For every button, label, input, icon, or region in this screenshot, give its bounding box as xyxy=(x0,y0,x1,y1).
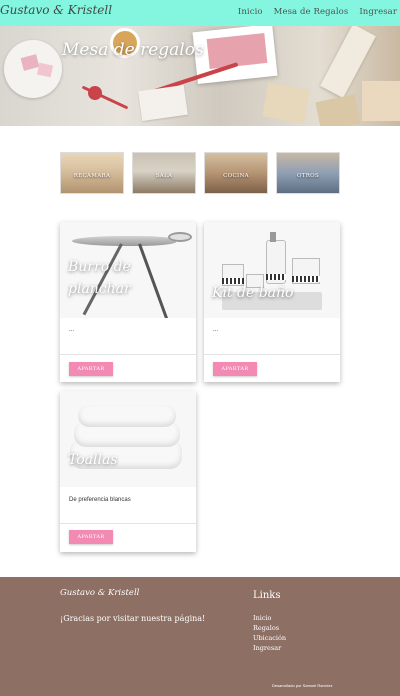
apartar-button[interactable]: APARTAR xyxy=(69,530,113,544)
card-divider xyxy=(204,354,340,355)
product-title: Kit de baño xyxy=(212,285,294,301)
hero-gift xyxy=(362,81,400,121)
hero-gift xyxy=(262,82,310,124)
hero-plate xyxy=(4,40,62,98)
footer-link-ubicacion[interactable]: Ubicación xyxy=(253,634,286,642)
ironing-board-leg xyxy=(138,243,169,318)
ironing-board-rest xyxy=(168,232,192,242)
category-recamara[interactable]: RECÁMARA xyxy=(60,152,124,194)
product-title-line: planchar xyxy=(68,281,131,298)
hero-gift xyxy=(315,94,361,126)
hero-ribbon-spool xyxy=(88,86,102,100)
product-card-burro: Burro de planchar ... APARTAR xyxy=(60,222,196,382)
product-card-toallas: Toallas De preferencia blancas APARTAR xyxy=(60,391,196,552)
product-description: ... xyxy=(69,327,75,333)
category-label: SALA xyxy=(155,173,173,179)
card-divider xyxy=(60,354,196,355)
hero-envelope xyxy=(138,84,188,122)
product-title-line: Burro de xyxy=(68,259,131,275)
navbar: Gustavo & Kristell Inicio Mesa de Regalo… xyxy=(0,0,400,26)
product-title: Toallas xyxy=(68,452,118,468)
hero-candy xyxy=(36,62,54,78)
footer-brand: Gustavo & Kristell xyxy=(60,588,140,598)
apartar-button[interactable]: APARTAR xyxy=(69,362,113,376)
category-cocina[interactable]: COCINA xyxy=(204,152,268,194)
product-description: ... xyxy=(213,327,219,333)
category-label: OTROS xyxy=(296,173,320,179)
category-label: COCINA xyxy=(223,173,249,179)
nav-link-mesa-de-regalos[interactable]: Mesa de Regalos xyxy=(274,7,349,17)
footer-credit: Desarrollado por Samuel Ramírez xyxy=(272,683,333,688)
product-title: Burro de planchar xyxy=(68,256,131,301)
footer-link-ingresar[interactable]: Ingresar xyxy=(253,644,286,652)
dispenser-pump xyxy=(270,232,276,242)
brand-logo[interactable]: Gustavo & Kristell xyxy=(0,3,112,17)
category-sala[interactable]: SALA xyxy=(132,152,196,194)
ironing-board-top xyxy=(72,236,176,246)
product-card-kit-bano: Kit de baño ... APARTAR xyxy=(204,222,340,382)
nav-link-inicio[interactable]: Inicio xyxy=(238,7,263,17)
hero-banner: Mesa de regalos xyxy=(0,26,400,126)
footer-link-regalos[interactable]: Regalos xyxy=(253,624,286,632)
nav-links: Inicio Mesa de Regalos Ingresar xyxy=(238,7,397,17)
category-label: RECÁMARA xyxy=(73,173,111,179)
category-otros[interactable]: OTROS xyxy=(276,152,340,194)
decor-pattern xyxy=(292,276,320,282)
apartar-button[interactable]: APARTAR xyxy=(213,362,257,376)
nav-link-ingresar[interactable]: Ingresar xyxy=(359,7,397,17)
category-list: RECÁMARA SALA COCINA OTROS xyxy=(60,152,340,194)
footer-link-inicio[interactable]: Inicio xyxy=(253,614,286,622)
towel xyxy=(78,405,176,427)
decor-pattern xyxy=(266,274,286,280)
product-description: De preferencia blancas xyxy=(69,497,131,503)
footer-links-title: Links xyxy=(253,590,281,601)
footer: Gustavo & Kristell ¡Gracias por visitar … xyxy=(0,577,400,696)
footer-links: Inicio Regalos Ubicación Ingresar xyxy=(253,614,286,652)
card-divider xyxy=(60,523,196,524)
page-title: Mesa de regalos xyxy=(62,40,204,60)
product-image xyxy=(60,391,196,487)
footer-thanks: ¡Gracias por visitar nuestra página! xyxy=(60,614,206,623)
